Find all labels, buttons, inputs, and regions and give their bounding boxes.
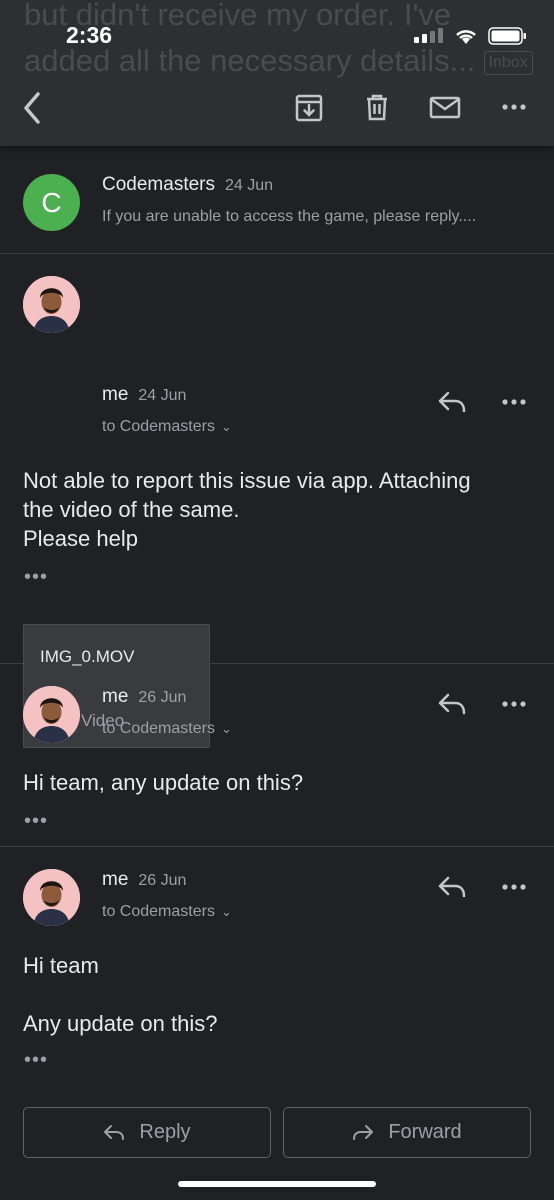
inbox-badge: Inbox — [483, 50, 533, 75]
wifi-icon — [456, 30, 476, 44]
avatar — [23, 276, 80, 333]
trash-icon — [367, 94, 387, 121]
signal-icon — [414, 28, 443, 43]
show-trimmed-button[interactable]: ••• — [24, 567, 48, 587]
more-icon — [502, 701, 526, 707]
delete-button[interactable] — [360, 90, 394, 124]
status-icons — [414, 26, 528, 46]
sender-line: Codemasters 24 Jun — [102, 174, 273, 196]
avatar-photo — [23, 869, 80, 926]
home-indicator[interactable] — [178, 1181, 376, 1187]
message-date: 26 Jun — [138, 872, 187, 889]
avatar — [23, 869, 80, 926]
forward-icon — [353, 1124, 374, 1140]
message-body: Hi team Any update on this? — [23, 953, 218, 1036]
recipient-details[interactable]: to Codemasters ⌄ — [102, 418, 232, 436]
reply-icon-button[interactable] — [434, 686, 470, 722]
avatar — [23, 686, 80, 743]
collapsed-message[interactable]: C Codemasters 24 Jun If you are unable to… — [0, 146, 554, 254]
reply-label: Reply — [139, 1121, 191, 1143]
avatar-photo — [23, 686, 80, 743]
message-more-button[interactable] — [496, 686, 532, 722]
more-icon — [502, 399, 526, 405]
message-expanded: me 26 Jun to Codemasters ⌄ Hi team Any upd… — [0, 847, 554, 1087]
message-more-button[interactable] — [496, 384, 532, 420]
avatar: C — [23, 174, 80, 231]
show-trimmed-button[interactable]: ••• — [24, 811, 48, 831]
email-thread: C Codemasters 24 Jun If you are unable to… — [0, 146, 554, 1087]
status-time: 2:36 — [66, 22, 113, 48]
more-icon — [502, 884, 526, 890]
sender-name: me — [102, 686, 129, 707]
recipient-text: to Codemasters — [102, 418, 215, 435]
avatar-photo — [23, 276, 80, 333]
bottom-actions: Reply Forward — [0, 1107, 554, 1159]
chevron-down-icon: ⌄ — [220, 721, 232, 736]
top-bar: but didn't receive my order. I've added … — [0, 0, 554, 146]
message-date: 24 Jun — [138, 387, 187, 404]
sender-line: me 24 Jun — [102, 384, 186, 406]
forward-label: Forward — [388, 1121, 462, 1143]
message-body: Not able to report this issue via app. A… — [23, 468, 471, 551]
forward-button[interactable]: Forward — [283, 1107, 531, 1158]
reply-icon — [438, 693, 466, 715]
more-options-button[interactable] — [497, 90, 531, 124]
message-date: 26 Jun — [138, 689, 187, 706]
archive-icon — [295, 94, 323, 122]
recipient-text: to Codemasters — [102, 903, 215, 920]
recipient-details[interactable]: to Codemasters ⌄ — [102, 720, 232, 738]
reply-icon-button[interactable] — [434, 384, 470, 420]
mark-unread-button[interactable] — [428, 90, 462, 124]
message-expanded: me 26 Jun to Codemasters ⌄ Hi team, any up… — [0, 664, 554, 847]
message-snippet: If you are unable to access the game, pl… — [102, 208, 477, 225]
sender-name: Codemasters — [102, 174, 215, 195]
back-button[interactable] — [18, 88, 48, 128]
reply-icon — [438, 391, 466, 413]
more-icon — [502, 104, 526, 110]
reply-button[interactable]: Reply — [23, 1107, 271, 1158]
avatar-letter: C — [41, 186, 62, 218]
message-more-button[interactable] — [496, 869, 532, 905]
mail-icon — [429, 96, 461, 119]
chevron-down-icon: ⌄ — [220, 419, 232, 434]
battery-icon — [488, 27, 526, 45]
message-date: 24 Jun — [225, 177, 274, 194]
reply-icon — [104, 1124, 125, 1140]
show-trimmed-button[interactable]: ••• — [24, 1050, 48, 1070]
recipient-details[interactable]: to Codemasters ⌄ — [102, 903, 232, 921]
recipient-text: to Codemasters — [102, 720, 215, 737]
reply-icon — [438, 876, 466, 898]
archive-button[interactable] — [292, 90, 326, 124]
back-icon — [24, 92, 40, 124]
sender-line: me 26 Jun — [102, 869, 186, 891]
reply-icon-button[interactable] — [434, 869, 470, 905]
message-expanded: me 24 Jun to Codemasters ⌄ Not able to rep… — [0, 254, 554, 748]
chevron-down-icon: ⌄ — [220, 904, 232, 919]
sender-name: me — [102, 384, 129, 405]
sender-line: me 26 Jun — [102, 686, 186, 708]
sender-name: me — [102, 869, 129, 890]
message-body: Hi team, any update on this? — [23, 770, 304, 795]
